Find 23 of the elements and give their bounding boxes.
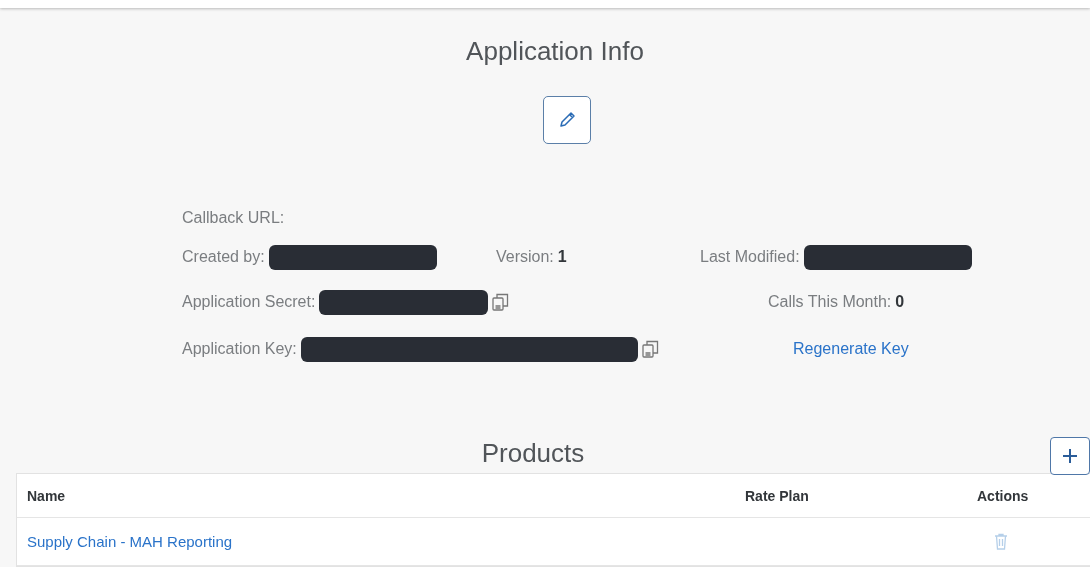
- column-header: Rate Plan: [745, 487, 810, 504]
- pencil-icon: [557, 110, 577, 130]
- trash-icon: [994, 533, 1008, 550]
- field-label: Calls This Month:: [768, 293, 892, 311]
- field-label: Callback URL:: [182, 209, 285, 227]
- product-link[interactable]: Supply Chain - MAH Reporting: [27, 533, 745, 550]
- copy-icon[interactable]: [492, 293, 510, 311]
- column-header: Actions: [977, 487, 1030, 504]
- column-header: Name: [27, 487, 67, 504]
- add-button[interactable]: [1050, 437, 1090, 475]
- regenerate-key-link[interactable]: Regenerate Key: [793, 340, 909, 358]
- section-title: Application Info: [466, 36, 644, 67]
- field-label: Application Secret:: [182, 293, 316, 311]
- edit-button[interactable]: [543, 96, 591, 144]
- field-label: Version:: [496, 248, 554, 266]
- field-value: 1: [557, 248, 567, 266]
- field-value: 0: [895, 293, 905, 311]
- field-label: Application Key:: [182, 340, 297, 358]
- copy-icon[interactable]: [641, 340, 659, 358]
- plus-icon: [1061, 447, 1079, 465]
- field-label: Last Modified:: [700, 248, 800, 266]
- field-label: Created by:: [182, 248, 265, 266]
- section-title: Products: [480, 437, 586, 469]
